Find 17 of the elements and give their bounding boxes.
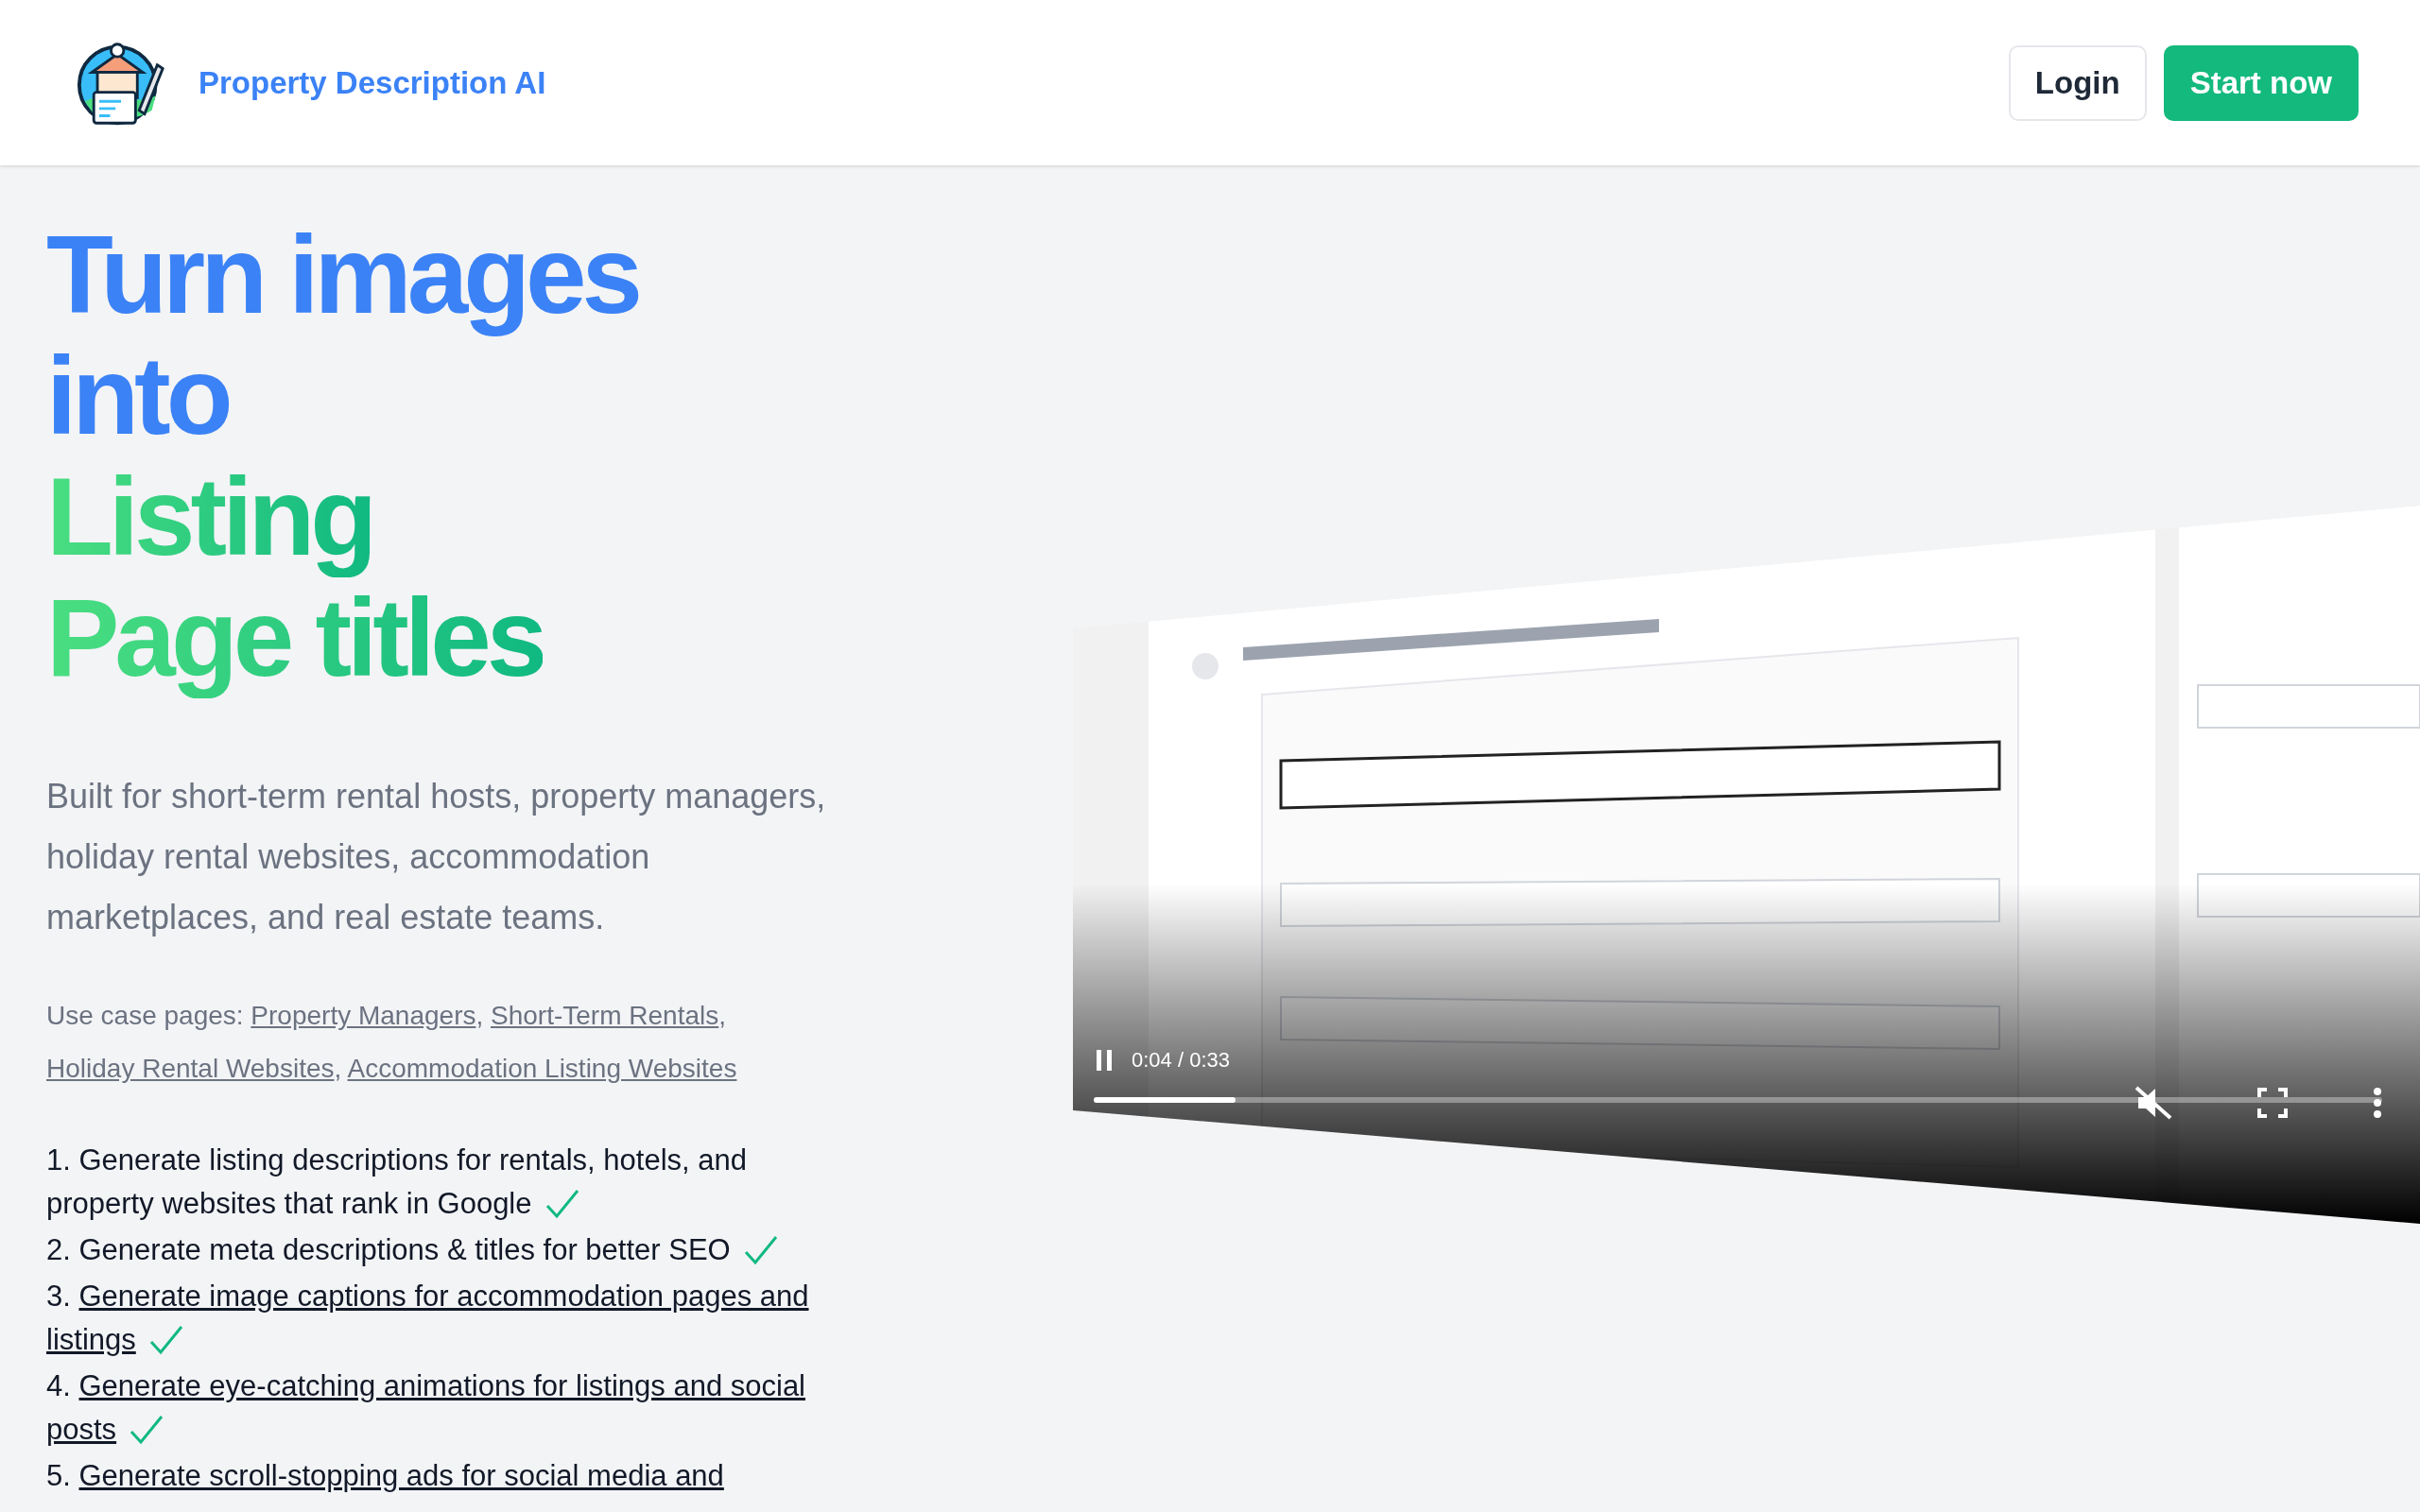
- start-button[interactable]: Start now: [2163, 44, 2359, 121]
- use-cases-text: Use case pages: Property Managers, Short-Term Rentals, Holiday Rental Websites, Accommodation Listing Websites: [46, 1000, 738, 1085]
- use-case-link[interactable]: Short-Term Rentals: [491, 1001, 719, 1030]
- feature-link[interactable]: 3. Generate image captions for accommodation pages and listings: [46, 1275, 821, 1362]
- time-text: 0:04 / 0:33: [1132, 1048, 1230, 1073]
- login-button[interactable]: Login: [2008, 44, 2147, 121]
- feature-link[interactable]: 5. Generate scroll-stopping ads for social media and: [46, 1454, 821, 1498]
- use-case-link[interactable]: Property Managers: [251, 1001, 476, 1030]
- brand-name[interactable]: Property Description AI: [199, 64, 546, 101]
- feature-link[interactable]: 4. Generate eye-catching animations for listings and social posts: [46, 1365, 821, 1452]
- use-case-link[interactable]: Holiday Rental Websites: [46, 1054, 335, 1083]
- feature-text: 2. Generate meta descriptions & titles for better SEO: [46, 1228, 821, 1272]
- intro-text: Built for short-term rental hosts, property managers, holiday rental websites, accommodation marketplaces, and real estate teams.: [46, 776, 827, 938]
- headline-text: into: [46, 335, 229, 456]
- use-case-link[interactable]: Accommodation Listing Websites: [347, 1054, 737, 1083]
- feature-text: 1. Generate listing descriptions for rentals, hotels, and property websites that rank in Google: [46, 1143, 748, 1222]
- headline-text: Turn images: [46, 215, 639, 335]
